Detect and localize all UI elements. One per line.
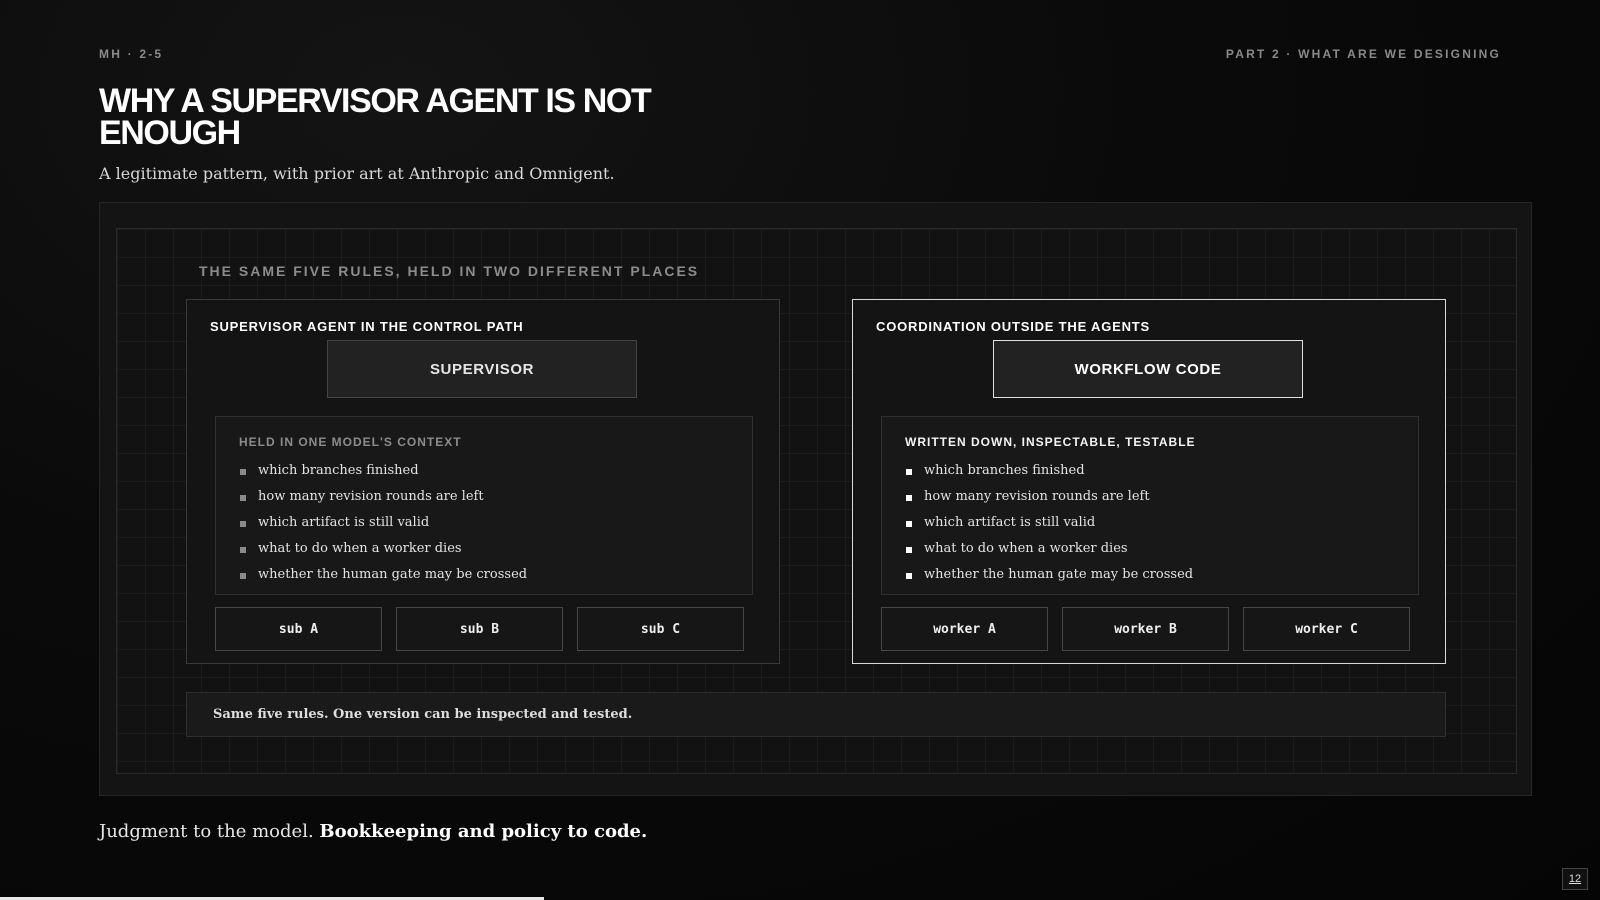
rule-text: what to do when a worker dies [258, 541, 462, 556]
rules-box: HELD IN ONE MODEL'S CONTEXT which branch… [215, 416, 753, 595]
diagram-footer-note: Same five rules. One version can be insp… [186, 692, 1446, 737]
takeaway-bold: Bookkeeping and policy to code. [319, 821, 648, 842]
square-bullet-icon [240, 547, 246, 553]
diagram-heading: THE SAME FIVE RULES, HELD IN TWO DIFFERE… [199, 263, 700, 279]
deck-id: MH · 2-5 [99, 47, 164, 61]
rules-list: which branches finished how many revisio… [239, 463, 527, 593]
workflow-column: COORDINATION OUTSIDE THE AGENTS WORKFLOW… [852, 299, 1446, 664]
square-bullet-icon [240, 573, 246, 579]
column-title: COORDINATION OUTSIDE THE AGENTS [876, 319, 1150, 334]
rule-item: which artifact is still valid [905, 515, 1193, 541]
slide-title: WHY A SUPERVISOR AGENT IS NOT ENOUGH [99, 82, 652, 152]
diagram-stage: THE SAME FIVE RULES, HELD IN TWO DIFFERE… [99, 202, 1532, 796]
rule-item: how many revision rounds are left [905, 489, 1193, 515]
rule-item: which branches finished [239, 463, 527, 489]
rule-text: whether the human gate may be crossed [258, 567, 528, 582]
sub-agent-row: sub A sub B sub C [215, 607, 753, 651]
square-bullet-icon [906, 573, 912, 579]
rule-text: which branches finished [924, 463, 1085, 478]
square-bullet-icon [906, 495, 912, 501]
rule-text: which artifact is still valid [258, 515, 430, 530]
rule-text: how many revision rounds are left [258, 489, 484, 504]
page-number[interactable]: 12 [1562, 868, 1588, 890]
square-bullet-icon [906, 469, 912, 475]
rule-text: which artifact is still valid [924, 515, 1096, 530]
rule-item: what to do when a worker dies [905, 541, 1193, 567]
workflow-code-box: WORKFLOW CODE [993, 340, 1303, 398]
square-bullet-icon [240, 469, 246, 475]
rule-text: what to do when a worker dies [924, 541, 1128, 556]
rule-item: how many revision rounds are left [239, 489, 527, 515]
rules-list: which branches finished how many revisio… [905, 463, 1193, 593]
rule-text: how many revision rounds are left [924, 489, 1150, 504]
rules-label: HELD IN ONE MODEL'S CONTEXT [239, 435, 462, 449]
supervisor-box: SUPERVISOR [327, 340, 637, 398]
diagram-grid-panel: THE SAME FIVE RULES, HELD IN TWO DIFFERE… [116, 228, 1517, 774]
rules-label: WRITTEN DOWN, INSPECTABLE, TESTABLE [905, 435, 1196, 449]
sub-agent-box: sub B [396, 607, 563, 651]
rule-item: whether the human gate may be crossed [905, 567, 1193, 593]
worker-row: worker A worker B worker C [881, 607, 1419, 651]
supervisor-column: SUPERVISOR AGENT IN THE CONTROL PATH SUP… [186, 299, 780, 664]
slide-subtitle: A legitimate pattern, with prior art at … [99, 164, 615, 183]
worker-box: worker A [881, 607, 1048, 651]
sub-agent-box: sub A [215, 607, 382, 651]
rule-item: what to do when a worker dies [239, 541, 527, 567]
column-title: SUPERVISOR AGENT IN THE CONTROL PATH [210, 319, 524, 334]
takeaway-normal: Judgment to the model. [99, 821, 314, 842]
square-bullet-icon [906, 521, 912, 527]
worker-box: worker C [1243, 607, 1410, 651]
section-label: PART 2 · WHAT ARE WE DESIGNING [1225, 47, 1501, 61]
rules-box: WRITTEN DOWN, INSPECTABLE, TESTABLE whic… [881, 416, 1419, 595]
sub-agent-box: sub C [577, 607, 744, 651]
square-bullet-icon [240, 521, 246, 527]
rule-item: which branches finished [905, 463, 1193, 489]
rule-text: which branches finished [258, 463, 419, 478]
rule-item: which artifact is still valid [239, 515, 527, 541]
square-bullet-icon [906, 547, 912, 553]
worker-box: worker B [1062, 607, 1229, 651]
rule-text: whether the human gate may be crossed [924, 567, 1194, 582]
takeaway-line: Judgment to the model. Bookkeeping and p… [99, 821, 647, 842]
rule-item: whether the human gate may be crossed [239, 567, 527, 593]
square-bullet-icon [240, 495, 246, 501]
